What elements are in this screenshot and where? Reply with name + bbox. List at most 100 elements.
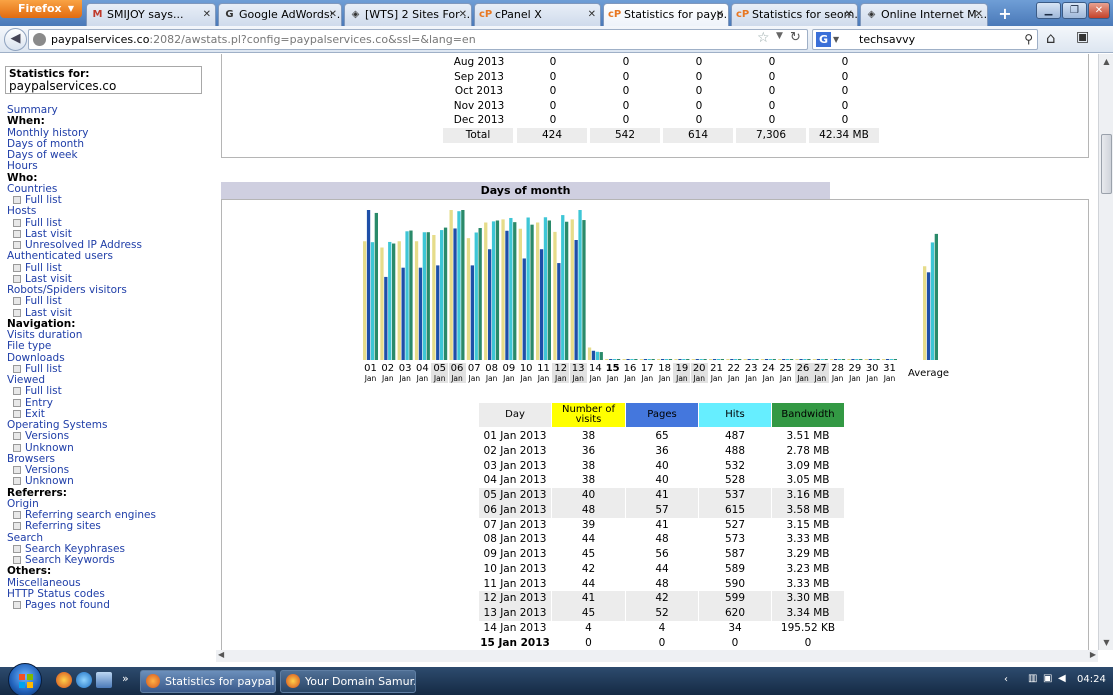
url-bar[interactable]: paypalservices.co:2082/awstats.pl?config… bbox=[28, 29, 808, 50]
scroll-thumb[interactable] bbox=[1101, 134, 1112, 194]
day-15-hits-bar bbox=[613, 359, 617, 360]
home-icon[interactable]: ⌂ bbox=[1046, 29, 1056, 47]
close-tab-icon[interactable]: ✕ bbox=[716, 4, 724, 25]
close-tab-icon[interactable]: ✕ bbox=[588, 4, 596, 25]
month-abbrev: Jan bbox=[658, 374, 671, 383]
menu-item[interactable]: Full list bbox=[7, 194, 212, 206]
tab-5[interactable]: cP Statistics for payp... ✕ bbox=[603, 3, 729, 26]
monthly-cell: Aug 2013 bbox=[453, 56, 505, 68]
reload-icon[interactable]: ↻ bbox=[790, 30, 801, 45]
scroll-up-arrow-icon[interactable]: ▲ bbox=[1099, 54, 1113, 69]
month-abbrev: Jan bbox=[589, 374, 602, 383]
tab-4[interactable]: cP cPanel X ✕ bbox=[474, 3, 601, 26]
taskbar-item-chrome[interactable]: Your Domain Samur... bbox=[280, 670, 416, 693]
day-05-pages-bar bbox=[436, 265, 440, 360]
system-clock[interactable]: 04:24 bbox=[1077, 674, 1106, 685]
day-09-hits-bar bbox=[509, 217, 513, 360]
close-tab-icon[interactable]: ✕ bbox=[203, 4, 211, 25]
sub-item-icon bbox=[13, 601, 21, 609]
day-number: 08 bbox=[485, 363, 498, 374]
day-19-hits-bar bbox=[682, 359, 686, 360]
table-cell: 03 Jan 2013 bbox=[483, 459, 547, 472]
menu-item[interactable]: Unknown bbox=[7, 476, 212, 487]
search-go-icon[interactable]: ⚲ bbox=[1024, 30, 1033, 49]
scroll-left-arrow-icon[interactable]: ◀ bbox=[218, 650, 224, 659]
scroll-right-arrow-icon[interactable]: ▶ bbox=[1090, 650, 1096, 659]
close-tab-icon[interactable]: ✕ bbox=[975, 4, 983, 25]
volume-icon[interactable]: ◀ bbox=[1058, 673, 1066, 684]
tab-3[interactable]: ◈ [WTS] 2 Sites For ... ✕ bbox=[344, 3, 472, 26]
table-cell: 09 Jan 2013 bbox=[483, 548, 547, 560]
tab-2[interactable]: G Google AdWords: ... ✕ bbox=[218, 3, 342, 26]
day-12-pages-bar bbox=[557, 263, 561, 360]
day-17-pages-bar bbox=[643, 359, 647, 360]
bookmarks-menu-icon[interactable]: ▣ bbox=[1076, 29, 1089, 45]
day-02-hits-bar bbox=[388, 241, 392, 360]
table-row: 01 Jan 2013 38 65 487 3.51 MB bbox=[479, 429, 844, 444]
horizontal-scrollbar[interactable]: ◀ ▶ bbox=[216, 650, 1098, 662]
day-label: 30 Jan bbox=[864, 363, 881, 383]
start-button[interactable] bbox=[8, 663, 42, 695]
day-30-bandwidth-bar bbox=[876, 359, 880, 360]
bookmark-star-icon[interactable]: ☆ bbox=[757, 30, 770, 46]
day-27-bandwidth-bar bbox=[824, 359, 828, 360]
monthly-cell: 0 bbox=[768, 114, 776, 127]
maximize-button[interactable]: ❐ bbox=[1062, 2, 1087, 19]
day-12-bandwidth-bar bbox=[565, 221, 569, 360]
tab-label: [WTS] 2 Sites For ... bbox=[365, 8, 472, 21]
site-identity-icon[interactable] bbox=[33, 33, 46, 46]
average-pages-bar bbox=[926, 272, 931, 360]
menu-sub-link: Full list bbox=[25, 216, 62, 229]
monitor-icon[interactable]: ▣ bbox=[1043, 673, 1052, 684]
new-tab-button[interactable]: + bbox=[994, 4, 1016, 25]
tab-1[interactable]: M SMIJOY says... ✕ bbox=[86, 3, 216, 26]
day-15-bandwidth-bar bbox=[616, 359, 621, 360]
monthly-cell: 0 bbox=[841, 114, 849, 127]
taskbar-item-firefox[interactable]: Statistics for paypals... bbox=[140, 670, 276, 693]
url-dropdown-icon[interactable]: ▼ bbox=[776, 31, 783, 41]
tab-label: Online Internet M... bbox=[881, 8, 988, 21]
search-bar[interactable]: G ▼ techsavvy ⚲ bbox=[812, 29, 1038, 50]
day-label: 16 Jan bbox=[622, 363, 639, 383]
minimize-button[interactable]: ▁ bbox=[1036, 2, 1061, 19]
day-01-number-of-visits-bar bbox=[363, 241, 367, 360]
chrome-quicklaunch-icon[interactable] bbox=[56, 672, 72, 688]
tab-favicon-icon: G bbox=[225, 9, 234, 20]
table-cell: 39 bbox=[581, 518, 596, 531]
close-window-button[interactable]: ✕ bbox=[1088, 2, 1110, 19]
scroll-down-arrow-icon[interactable]: ▼ bbox=[1099, 635, 1113, 650]
tab-7[interactable]: ◈ Online Internet M... ✕ bbox=[860, 3, 988, 26]
show-desktop-quicklaunch-icon[interactable] bbox=[96, 672, 112, 688]
close-tab-icon[interactable]: ✕ bbox=[459, 4, 467, 25]
close-tab-icon[interactable]: ✕ bbox=[845, 4, 853, 25]
tray-expand-icon[interactable]: ‹ bbox=[1004, 674, 1008, 685]
back-button[interactable]: ◀ bbox=[4, 28, 27, 51]
day-19-number-of-visits-bar bbox=[674, 359, 678, 360]
vertical-scrollbar[interactable]: ▲ ▼ bbox=[1098, 54, 1113, 650]
monthly-cell: 0 bbox=[841, 70, 849, 83]
tab-6[interactable]: cP Statistics for seom... ✕ bbox=[731, 3, 858, 26]
quicklaunch-overflow-icon[interactable]: » bbox=[122, 672, 129, 685]
search-engine-icon[interactable]: G bbox=[816, 32, 831, 47]
monthly-cell: 0 bbox=[695, 56, 703, 68]
day-13-pages-bar bbox=[574, 240, 578, 360]
network-icon[interactable]: ▥ bbox=[1028, 673, 1037, 684]
close-tab-icon[interactable]: ✕ bbox=[329, 4, 337, 25]
menu-item[interactable]: Hours bbox=[7, 160, 212, 172]
day-21-bandwidth-bar bbox=[720, 359, 724, 360]
monthly-cell: 0 bbox=[841, 56, 849, 68]
menu-item[interactable]: Referring sites bbox=[7, 521, 212, 532]
day-label: 02 Jan bbox=[379, 363, 396, 383]
firefox-menu-button[interactable]: Firefox ▼ bbox=[0, 0, 82, 18]
table-row: 06 Jan 2013 48 57 615 3.58 MB bbox=[479, 502, 844, 518]
internet-explorer-quicklaunch-icon[interactable] bbox=[76, 672, 92, 688]
table-cell: 3.33 MB bbox=[786, 577, 830, 590]
table-cell: 40 bbox=[655, 474, 669, 487]
day-05-number-of-visits-bar bbox=[432, 235, 436, 360]
table-cell: 0 bbox=[804, 636, 812, 649]
search-input[interactable]: techsavvy bbox=[859, 33, 915, 46]
menu-item[interactable]: Pages not found bbox=[7, 599, 212, 611]
day-10-bandwidth-bar bbox=[530, 224, 534, 360]
search-engine-dropdown-icon[interactable]: ▼ bbox=[833, 30, 839, 49]
menu-item[interactable]: File type bbox=[7, 340, 212, 352]
